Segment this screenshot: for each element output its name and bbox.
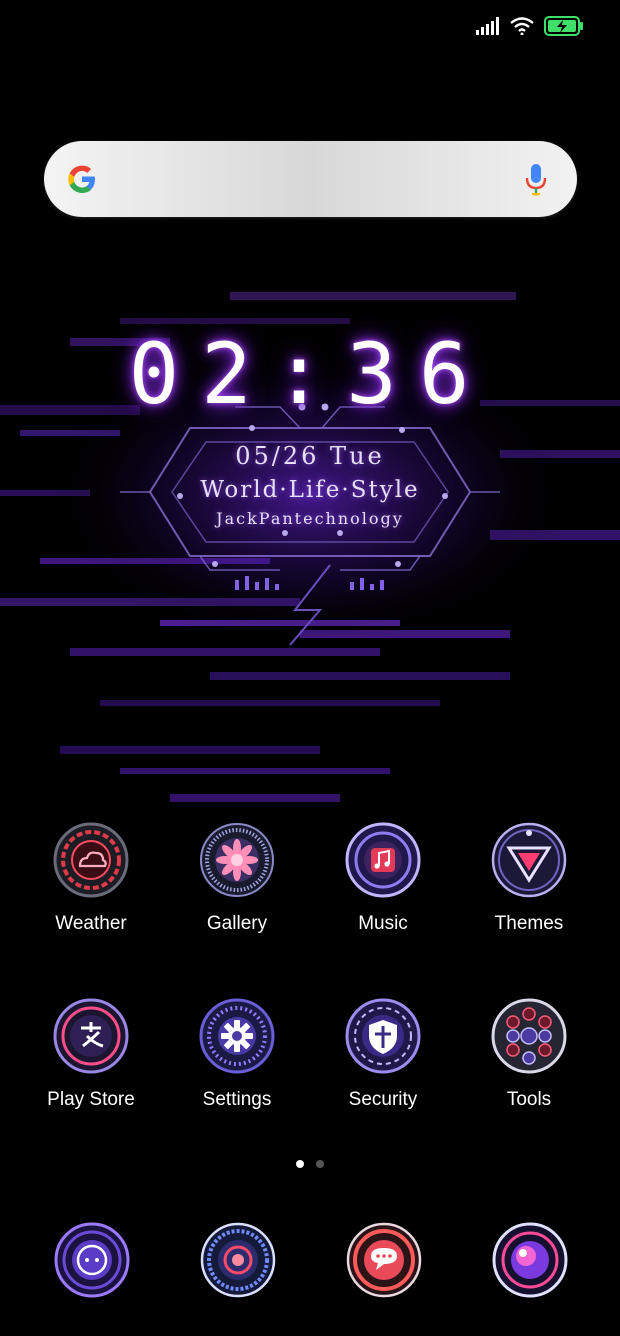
google-search-bar[interactable] <box>44 141 577 217</box>
clock-date: 05/26 Tue <box>235 442 385 470</box>
play-store-icon <box>53 998 129 1074</box>
tools-icon <box>491 998 567 1074</box>
microphone-icon[interactable] <box>525 163 547 197</box>
music-icon <box>345 822 421 898</box>
home-screen: 02:36 05/26 Tue World·Life·Style JackPan… <box>0 0 620 1336</box>
signal-bars-icon <box>476 17 499 35</box>
weather-icon <box>53 822 129 898</box>
app-security[interactable]: Security <box>310 998 456 1111</box>
app-settings[interactable]: Settings <box>164 998 310 1111</box>
clock-time: 02:36 <box>128 325 492 423</box>
app-play-store[interactable]: Play Store <box>18 998 164 1111</box>
page-dot-2[interactable] <box>316 1160 324 1168</box>
status-bar <box>0 0 620 56</box>
page-indicator[interactable] <box>0 1160 620 1168</box>
phone-icon[interactable] <box>54 1222 130 1298</box>
messaging-icon[interactable] <box>346 1222 422 1298</box>
clock-brand: JackPantechnology <box>216 509 404 528</box>
app-label-play-store: Play Store <box>47 1089 135 1110</box>
app-label-gallery: Gallery <box>206 913 268 934</box>
app-label-weather: Weather <box>55 913 127 934</box>
app-label-music: Music <box>358 913 408 934</box>
contacts-icon[interactable] <box>200 1222 276 1298</box>
app-music[interactable]: Music <box>310 822 456 935</box>
security-icon <box>345 998 421 1074</box>
app-label-settings: Settings <box>202 1089 272 1110</box>
gallery-icon <box>200 823 274 897</box>
app-weather[interactable]: Weather <box>18 822 164 935</box>
settings-icon <box>199 998 275 1074</box>
google-logo-icon <box>68 165 95 193</box>
app-label-security: Security <box>348 1089 418 1110</box>
battery-charging-icon <box>544 16 583 36</box>
browser-icon[interactable] <box>492 1222 568 1298</box>
app-themes[interactable]: Themes <box>456 822 602 935</box>
clock-tagline: World·Life·Style <box>200 477 420 503</box>
themes-icon <box>491 822 567 898</box>
page-dot-1[interactable] <box>296 1160 304 1168</box>
app-label-tools: Tools <box>506 1089 552 1110</box>
app-tools[interactable]: Tools <box>456 998 602 1111</box>
clock-widget[interactable]: 02:36 05/26 Tue World·Life·Style JackPan… <box>0 280 620 810</box>
app-gallery[interactable]: Gallery <box>164 822 310 935</box>
wifi-icon <box>510 17 534 35</box>
app-label-themes: Themes <box>494 913 564 934</box>
